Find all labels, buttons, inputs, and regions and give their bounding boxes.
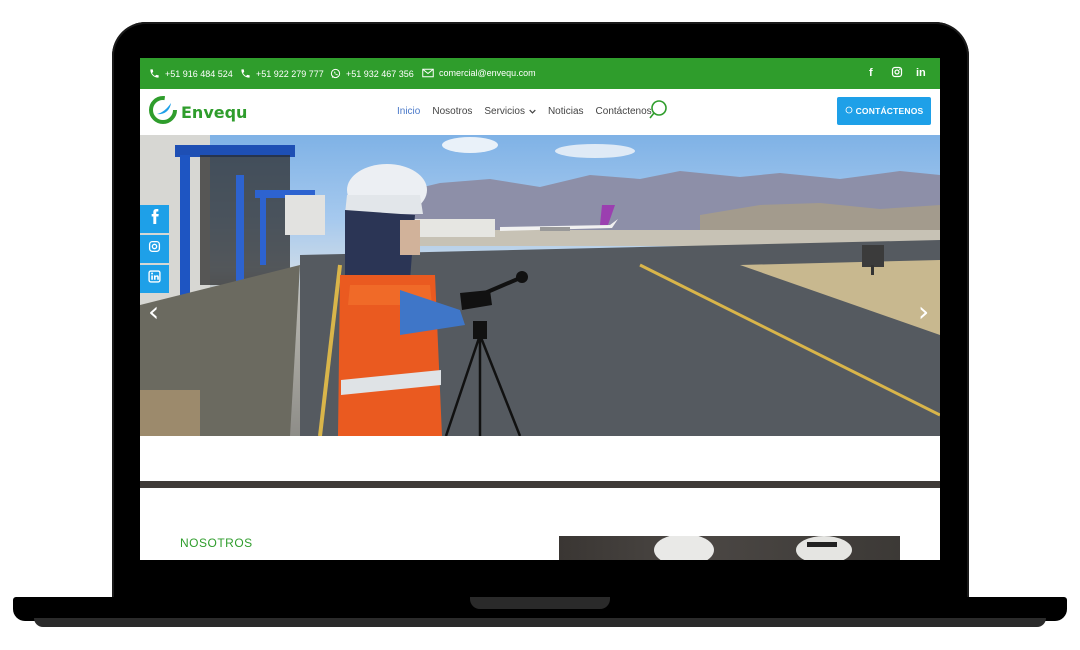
whatsapp-icon <box>845 106 853 116</box>
logo-mark-icon <box>148 95 178 130</box>
linkedin-icon <box>148 270 161 288</box>
chevron-down-icon <box>529 106 536 117</box>
logo-text: Envequ <box>181 103 248 122</box>
facebook-icon <box>150 209 160 229</box>
whatsapp-number: +51 932 467 356 <box>346 68 414 79</box>
facebook-icon[interactable]: f <box>869 67 873 79</box>
nav-item-contactenos[interactable]: Contáctenos <box>596 106 652 117</box>
linkedin-icon[interactable]: in <box>916 67 926 79</box>
nav-item-nosotros[interactable]: Nosotros <box>432 106 472 117</box>
section-title-nosotros: NOSOTROS <box>180 536 253 550</box>
mail-icon <box>422 68 434 78</box>
slider-next-arrow[interactable]: › <box>918 295 929 328</box>
nav-item-servicios-label: Servicios <box>484 106 525 117</box>
top-contact-bar: +51 916 484 524 +51 922 279 777 +51 932 … <box>140 58 940 89</box>
email-address: comercial@envequ.com <box>439 68 536 78</box>
website-screen: +51 916 484 524 +51 922 279 777 +51 932 … <box>140 58 940 560</box>
section-divider-image <box>140 481 940 488</box>
email-link[interactable]: comercial@envequ.com <box>422 68 536 78</box>
phone-number-2: +51 922 279 777 <box>256 68 324 79</box>
side-linkedin-button[interactable] <box>140 265 169 293</box>
site-logo[interactable]: Envequ <box>148 95 247 130</box>
slider-prev-arrow[interactable]: ‹ <box>148 295 159 328</box>
hero-photo <box>140 135 940 436</box>
section-photo-image <box>654 534 852 560</box>
phone-number-1: +51 916 484 524 <box>165 68 233 79</box>
side-facebook-button[interactable] <box>140 205 169 233</box>
phone-link-1[interactable]: +51 916 484 524 <box>149 68 233 79</box>
main-navbar: Envequ Inicio Nosotros Servicios Noticia… <box>140 89 940 135</box>
laptop-notch <box>470 597 610 609</box>
instagram-icon <box>148 240 161 258</box>
nav-item-servicios[interactable]: Servicios <box>484 106 536 117</box>
section-photo <box>559 534 900 560</box>
hero-bottom-band <box>140 436 940 481</box>
nav-menu: Inicio Nosotros Servicios Noticias Contá… <box>397 106 652 117</box>
nav-item-inicio[interactable]: Inicio <box>397 106 420 117</box>
whatsapp-icon <box>330 68 341 79</box>
contact-cta-button[interactable]: CONTÁCTENOS <box>837 97 931 125</box>
nav-item-noticias[interactable]: Noticias <box>548 106 584 117</box>
instagram-icon[interactable] <box>891 66 903 78</box>
hero-slider: ‹ › <box>140 135 940 436</box>
phone-link-2[interactable]: +51 922 279 777 <box>240 68 324 79</box>
side-social-bar <box>140 205 169 295</box>
whatsapp-link[interactable]: +51 932 467 356 <box>330 68 414 79</box>
side-instagram-button[interactable] <box>140 235 169 263</box>
contact-cta-label: CONTÁCTENOS <box>855 106 924 116</box>
laptop-base-shadow <box>34 618 1046 627</box>
search-icon[interactable] <box>648 99 668 126</box>
phone-icon <box>240 68 251 79</box>
phone-icon <box>149 68 160 79</box>
